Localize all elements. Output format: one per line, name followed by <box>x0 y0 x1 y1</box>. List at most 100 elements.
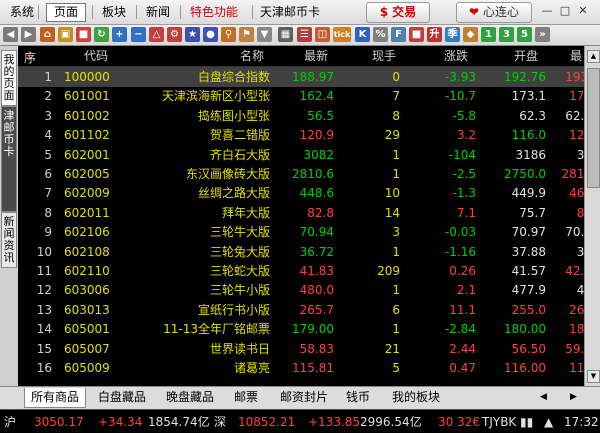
tools-icon[interactable]: ⚙ <box>167 27 182 42</box>
sidetab-my-page[interactable]: 我的页面 <box>1 50 17 106</box>
index-icon[interactable]: ■ <box>76 27 91 42</box>
scroll-down-icon[interactable]: ▼ <box>587 370 600 383</box>
row-code: 602001 <box>64 147 110 162</box>
news-icon[interactable]: ▣ <box>58 27 73 42</box>
menu-features[interactable]: 特色功能 <box>190 4 238 20</box>
menu-tianjin-stamps[interactable]: 天津邮币卡 <box>260 4 320 20</box>
vertical-scrollbar[interactable]: ▲ ▼ <box>584 46 600 386</box>
table-row[interactable]: 6 602005 东汉画像砖大版 2810.6 1 -2.5 2750.0 2815 <box>18 164 584 184</box>
table-row[interactable]: 16 605009 诸葛亮 115.81 5 0.47 116.00 116 <box>18 358 584 378</box>
scroll-thumb[interactable] <box>587 68 600 188</box>
sz-label: 深 <box>214 415 227 429</box>
table-row[interactable]: 13 603013 宣纸行书小版 265.7 6 11.1 255.0 269 <box>18 300 584 320</box>
zoom-out-icon[interactable]: − <box>131 27 146 42</box>
table-row[interactable]: 14 605001 11-13全年厂铭邮票 179.00 1 -2.84 180.00 182 <box>18 319 584 339</box>
k-line-icon[interactable]: K <box>355 27 370 42</box>
tab-my-sector[interactable]: 我的板块 <box>392 388 440 407</box>
row-open: 41.57 <box>511 264 546 278</box>
row-open: 477.9 <box>511 283 546 298</box>
rise-icon[interactable]: 升 <box>427 27 442 42</box>
header-price[interactable]: 最新 <box>304 48 328 64</box>
menu-page[interactable]: 页面 <box>46 3 87 22</box>
table-row[interactable]: 9 602106 三轮牛大版 70.94 3 -0.03 70.97 70.9 <box>18 222 584 242</box>
table-row[interactable]: 15 605007 世界读书日 58.83 21 2.44 56.50 59.9 <box>18 339 584 359</box>
table-row[interactable]: 3 601002 捣练图小型张 56.5 8 -5.8 62.3 62.3 <box>18 106 584 126</box>
restore-icon[interactable]: □ <box>558 4 572 18</box>
row-change: -3.93 <box>444 70 476 84</box>
table-row[interactable]: 7 602009 丝绸之路大版 448.6 10 -1.3 449.9 468 <box>18 183 584 203</box>
row-seq: 2 <box>44 89 52 104</box>
filter-icon[interactable]: ▼ <box>257 27 272 42</box>
list-icon[interactable]: ☰ <box>297 27 312 42</box>
table-row[interactable]: 12 603006 三轮牛小版 480.0 1 2.1 477.9 48 <box>18 280 584 300</box>
quote-grid: 序 ↓ 代码 名称 最新 现手 涨跌 开盘 最 1 100000 白盘综合指数 188.… <box>18 46 584 386</box>
search-icon[interactable]: ⚲ <box>221 27 236 42</box>
period-5-icon[interactable]: 5 <box>517 27 532 42</box>
percent-icon[interactable]: % <box>373 27 388 42</box>
header-high[interactable]: 最 <box>570 48 582 64</box>
row-open: 2750.0 <box>504 167 546 181</box>
refresh-icon[interactable]: ↻ <box>94 27 109 42</box>
tabs-scroll-left-icon[interactable]: ◀ <box>540 388 547 407</box>
menu-news[interactable]: 新闻 <box>146 4 170 20</box>
tab-stamps[interactable]: 邮票 <box>234 388 258 407</box>
month-icon[interactable]: 季 <box>445 27 460 42</box>
tab-coins[interactable]: 钱币 <box>346 388 370 407</box>
row-name: 白盘综合指数 <box>197 70 270 84</box>
chart-icon[interactable]: △ <box>149 27 164 42</box>
zoom-in-icon[interactable]: + <box>112 27 127 42</box>
tab-day-collection[interactable]: 白盘藏品 <box>98 388 146 407</box>
header-change[interactable]: 涨跌 <box>444 48 468 64</box>
trade-button[interactable]: $ 交易 <box>366 2 430 23</box>
season-icon[interactable]: ◆ <box>463 27 478 42</box>
period-3-icon[interactable]: 3 <box>499 27 514 42</box>
sidetab-news[interactable]: 新闻资讯 <box>1 212 17 268</box>
row-volume: 5 <box>392 361 400 375</box>
sidetab-tianjin-stamps[interactable]: 津邮币卡 <box>1 106 17 212</box>
back-icon[interactable]: ◀ <box>3 27 18 42</box>
tab-night-collection[interactable]: 晚盘藏品 <box>166 388 214 407</box>
header-volume[interactable]: 现手 <box>372 48 396 64</box>
header-open[interactable]: 开盘 <box>514 48 538 64</box>
user-icon[interactable]: ● <box>203 27 218 42</box>
table-row[interactable]: 4 601102 贺喜二错版 120.9 29 3.2 116.0 124 <box>18 125 584 145</box>
table-row[interactable]: 8 602011 拜年大版 82.8 14 7.1 75.7 83 <box>18 203 584 223</box>
row-change: 11.1 <box>449 302 476 317</box>
flag-icon[interactable]: ⚑ <box>239 27 254 42</box>
header-name[interactable]: 名称 <box>240 48 264 64</box>
tabs-scroll-right-icon[interactable]: ▶ <box>570 388 577 407</box>
calculator-icon[interactable]: ▦ <box>278 27 293 42</box>
star-icon[interactable]: ★ <box>185 27 200 42</box>
table-row[interactable]: 10 602108 三轮兔大版 36.72 1 -1.16 37.88 38 <box>18 242 584 262</box>
row-name: 11-13全年厂铭邮票 <box>163 322 270 337</box>
home-icon[interactable]: ⌂ <box>40 27 55 42</box>
tab-all-products[interactable]: 所有商品 <box>24 388 87 408</box>
sh-change: +34.34 <box>98 415 143 429</box>
menu-system[interactable]: 系统 <box>10 4 34 20</box>
header-seq[interactable]: 序 ↓ <box>24 48 36 65</box>
sector-icon[interactable]: ◫ <box>315 27 330 42</box>
table-row[interactable]: 11 602110 三轮蛇大版 41.83 209 0.26 41.57 42.4 <box>18 261 584 281</box>
close-icon[interactable]: ✕ <box>576 4 590 18</box>
minimize-icon[interactable]: — <box>540 4 554 18</box>
scroll-up-icon[interactable]: ▲ <box>587 50 600 63</box>
menu-sector[interactable]: 板块 <box>102 4 126 20</box>
tab-postal-covers[interactable]: 邮资封片 <box>280 388 328 407</box>
row-seq: 11 <box>36 264 52 278</box>
alert-icon[interactable]: ▲ <box>544 414 553 430</box>
period-1-icon[interactable]: 1 <box>481 27 496 42</box>
forward-icon[interactable]: ▶ <box>21 27 36 42</box>
heart-button[interactable]: ❤ 心连心 <box>456 2 532 23</box>
table-row[interactable]: 5 602001 齐白石大版 3082 1 -104 3186 31 <box>18 145 584 165</box>
row-volume: 8 <box>392 108 400 123</box>
table-row[interactable]: 2 601001 天津滨海新区小型张 162.4 7 -10.7 173.1 176 <box>18 86 584 106</box>
header-code[interactable]: 代码 <box>84 48 108 64</box>
row-change: -2.5 <box>452 167 476 181</box>
table-row[interactable]: 1 100000 白盘综合指数 188.97 0 -3.93 192.76 193. <box>18 67 584 87</box>
row-code: 602011 <box>64 205 110 220</box>
screen-icon[interactable]: ■ <box>409 27 424 42</box>
f10-icon[interactable]: F <box>391 27 406 42</box>
toolbar-more-icon[interactable]: » <box>535 27 550 42</box>
row-high: 48 <box>576 283 584 298</box>
tick-icon[interactable]: tick <box>333 27 351 42</box>
